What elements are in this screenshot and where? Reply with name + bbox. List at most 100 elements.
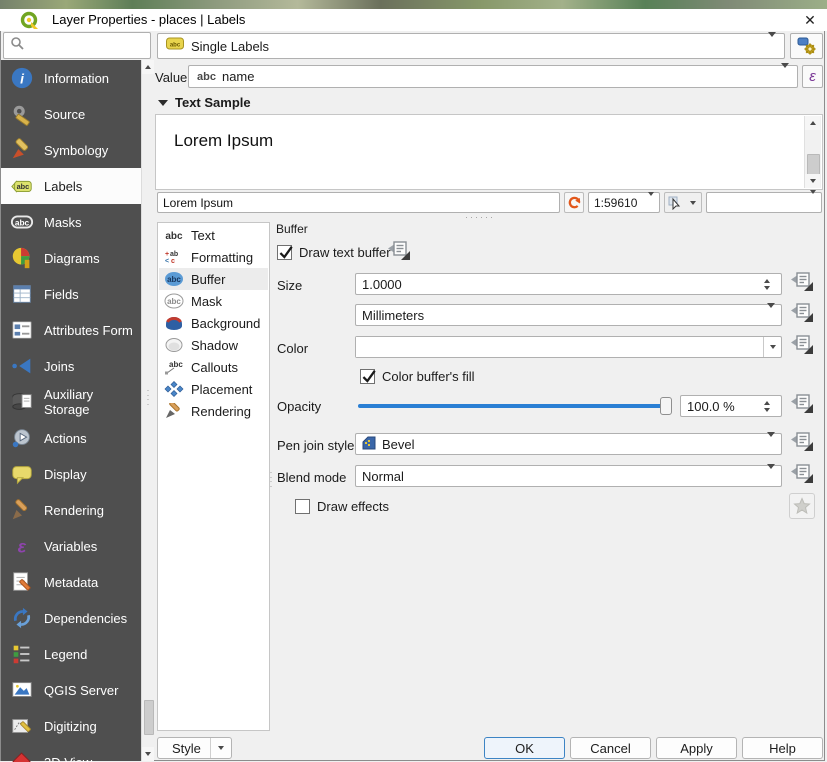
style-dropdown-arrow[interactable] xyxy=(210,738,231,758)
scroll-down-button[interactable] xyxy=(142,747,154,761)
value-label: Value xyxy=(155,70,187,85)
data-defined-override-button[interactable] xyxy=(790,336,814,358)
variables-icon: ε xyxy=(9,533,35,559)
sidebar-item-display[interactable]: Display xyxy=(1,456,141,492)
search-input[interactable] xyxy=(3,32,151,59)
tab-placement[interactable]: Placement xyxy=(159,378,268,400)
sidebar-item-metadata[interactable]: Metadata xyxy=(1,564,141,600)
expression-builder-button[interactable]: ε xyxy=(802,65,823,88)
spin-buttons[interactable] xyxy=(759,279,775,290)
draw-effects-checkbox[interactable] xyxy=(295,499,310,514)
sidebar-scrollbar[interactable]: ···· xyxy=(141,60,154,761)
labeling-mode-select[interactable]: abc Single Labels xyxy=(157,33,785,59)
svg-text:abc: abc xyxy=(15,218,30,228)
style-menu-button[interactable]: Style xyxy=(157,737,232,759)
preview-scale-select[interactable]: 1:59610 xyxy=(588,192,660,213)
apply-button[interactable]: Apply xyxy=(656,737,737,759)
ok-button[interactable]: OK xyxy=(484,737,565,759)
data-defined-override-button[interactable] xyxy=(790,433,814,455)
sidebar-item-attributes-form[interactable]: Attributes Form xyxy=(1,312,141,348)
tab-buffer[interactable]: abc Buffer xyxy=(159,268,268,290)
scroll-up-button[interactable] xyxy=(805,116,820,130)
sidebar-item-legend[interactable]: Legend xyxy=(1,636,141,672)
data-defined-override-button[interactable] xyxy=(387,242,411,264)
data-defined-override-button[interactable] xyxy=(790,273,814,295)
check-icon xyxy=(360,368,377,385)
tab-callouts[interactable]: abc Callouts xyxy=(159,356,268,378)
map-settings-button[interactable] xyxy=(664,192,686,213)
sample-scrollbar[interactable] xyxy=(804,116,821,188)
sidebar-item-joins[interactable]: Joins xyxy=(1,348,141,384)
sidebar-item-label: Information xyxy=(44,71,109,86)
sidebar-item-auxiliary-storage[interactable]: Auxiliary Storage xyxy=(1,384,141,420)
sidebar-item-qgis-server[interactable]: QGIS Server xyxy=(1,672,141,708)
spin-buttons[interactable] xyxy=(759,401,775,412)
tab-label: Background xyxy=(191,316,260,331)
tab-background[interactable]: Background xyxy=(159,312,268,334)
sample-text-input[interactable]: Lorem Ipsum xyxy=(157,192,560,213)
tab-shadow[interactable]: Shadow xyxy=(159,334,268,356)
tab-rendering[interactable]: Rendering xyxy=(159,400,268,422)
splitter-handle[interactable]: ······ xyxy=(455,214,505,220)
splitter-handle[interactable]: ···· xyxy=(269,470,273,488)
color-dropdown-arrow[interactable] xyxy=(763,337,781,357)
sidebar-item-symbology[interactable]: Symbology xyxy=(1,132,141,168)
3d-view-icon xyxy=(9,749,35,762)
splitter-handle[interactable]: ···· xyxy=(146,388,150,406)
reset-sample-button[interactable] xyxy=(564,192,584,213)
slider-handle[interactable] xyxy=(660,397,672,415)
tab-formatting[interactable]: +ab<c Formatting xyxy=(159,246,268,268)
color-buffers-fill-checkbox[interactable] xyxy=(360,369,375,384)
automated-placement-settings-button[interactable] xyxy=(790,33,823,59)
text-sample-section-header[interactable]: Text Sample xyxy=(158,95,251,110)
tab-mask[interactable]: abc Mask xyxy=(159,290,268,312)
blend-mode-select[interactable]: Normal xyxy=(355,465,782,487)
sample-preview-text: Lorem Ipsum xyxy=(174,131,273,151)
pen-join-style-select[interactable]: Bevel xyxy=(355,433,782,455)
buffer-color-button[interactable] xyxy=(355,336,782,358)
draw-text-buffer-checkbox[interactable] xyxy=(277,245,292,260)
svg-text:abc: abc xyxy=(167,297,181,306)
sidebar-item-source[interactable]: Source xyxy=(1,96,141,132)
value-field-select[interactable]: abc name xyxy=(188,65,798,88)
data-defined-override-button[interactable] xyxy=(790,395,814,417)
size-units-select[interactable]: Millimeters xyxy=(355,304,782,326)
scroll-down-button[interactable] xyxy=(805,174,820,188)
tab-label: Text xyxy=(191,228,215,243)
collapse-triangle-icon xyxy=(158,100,168,106)
tab-label: Buffer xyxy=(191,272,225,287)
sidebar-item-actions[interactable]: Actions xyxy=(1,420,141,456)
sidebar-item-fields[interactable]: Fields xyxy=(1,276,141,312)
data-defined-override-button[interactable] xyxy=(790,304,814,326)
sidebar-item-dependencies[interactable]: Dependencies xyxy=(1,600,141,636)
joins-icon xyxy=(9,353,35,379)
sidebar-item-rendering[interactable]: Rendering xyxy=(1,492,141,528)
sidebar-item-variables[interactable]: ε Variables xyxy=(1,528,141,564)
help-button[interactable]: Help xyxy=(742,737,823,759)
sidebar-item-3d-view[interactable]: 3D View xyxy=(1,744,141,762)
sidebar-item-diagrams[interactable]: Diagrams xyxy=(1,240,141,276)
sidebar-item-digitizing[interactable]: Digitizing xyxy=(1,708,141,744)
tab-text[interactable]: abc Text xyxy=(159,224,268,246)
data-defined-override-button[interactable] xyxy=(790,465,814,487)
scrollbar-thumb[interactable] xyxy=(144,700,154,735)
customize-effects-button[interactable] xyxy=(789,493,815,519)
undo-arrow-icon xyxy=(567,195,582,210)
close-button[interactable]: ✕ xyxy=(798,10,822,30)
sidebar-item-information[interactable]: i Information xyxy=(1,60,141,96)
size-units-value: Millimeters xyxy=(362,308,424,323)
background-tab-icon xyxy=(163,315,185,331)
preview-background-select[interactable] xyxy=(706,192,822,213)
svg-text:abc: abc xyxy=(167,275,181,284)
opacity-spinbox[interactable]: 100.0 % xyxy=(680,395,782,417)
scroll-up-button[interactable] xyxy=(142,60,154,74)
sidebar-item-labels[interactable]: abc Labels xyxy=(1,168,141,204)
size-spinbox[interactable]: 1.0000 xyxy=(355,273,782,295)
sidebar-item-masks[interactable]: abc Masks xyxy=(1,204,141,240)
cancel-button[interactable]: Cancel xyxy=(570,737,651,759)
search-icon xyxy=(10,36,24,55)
opacity-slider[interactable] xyxy=(358,404,672,408)
map-settings-dropdown[interactable] xyxy=(685,192,702,213)
color-swatch xyxy=(356,337,763,357)
blend-mode-label: Blend mode xyxy=(277,470,346,485)
